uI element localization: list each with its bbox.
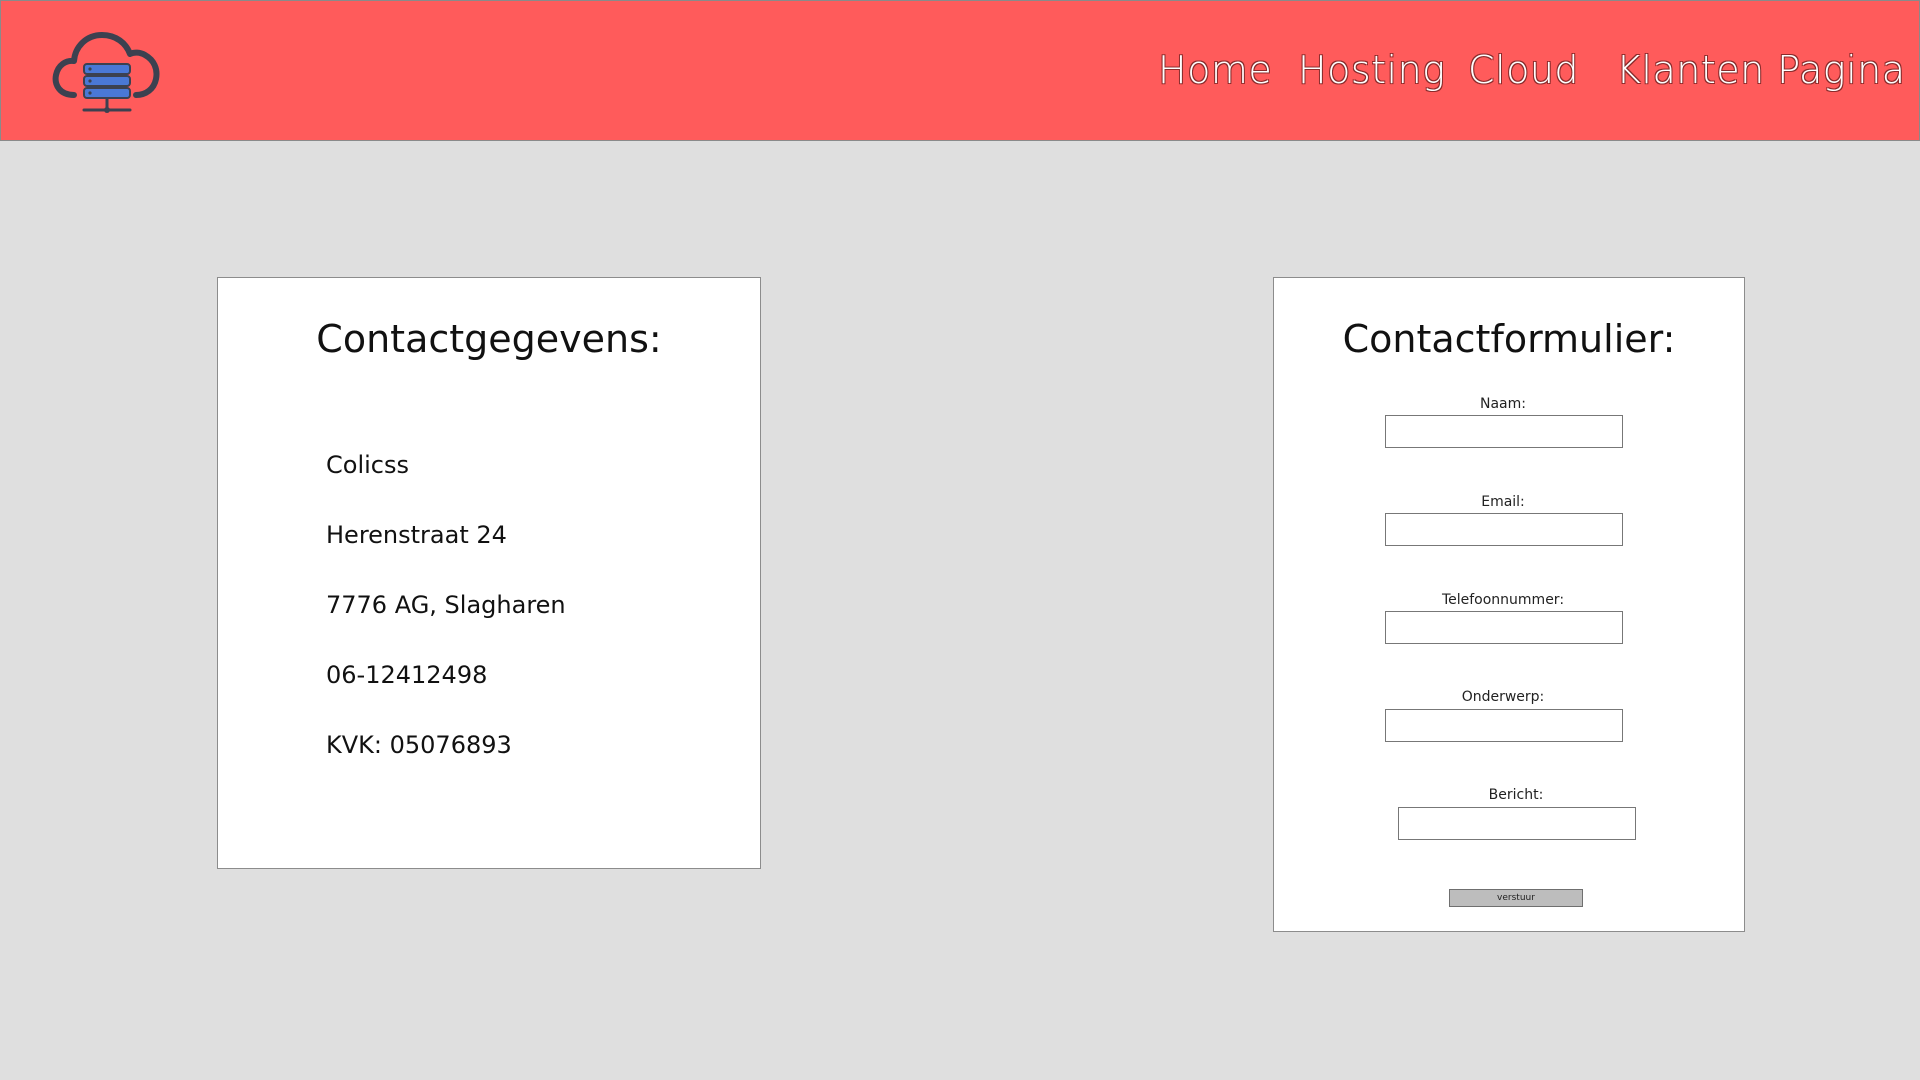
message-label: Bericht: [1488,787,1544,803]
phone-input[interactable] [1385,611,1623,644]
address-street: Herenstraat 24 [326,521,507,549]
phone-label: Telefoonnummer: [1441,592,1565,608]
contact-info-card: Contactgegevens: Colicss Herenstraat 24 … [217,277,761,869]
nav-home-link[interactable]: Home [1158,48,1272,92]
nav-klanten-pagina-link[interactable]: Klanten Pagina [1616,48,1906,92]
name-input[interactable] [1385,415,1623,448]
subject-label: Onderwerp: [1461,689,1545,705]
contact-form-title: Contactformulier: [1342,317,1676,361]
contact-info-title: Contactgegevens: [316,317,662,361]
cloud-server-icon[interactable] [52,27,162,117]
email-label: Email: [1481,494,1525,510]
phone-number: 06-12412498 [326,661,488,689]
kvk-number: KVK: 05076893 [326,731,512,759]
subject-input[interactable] [1385,709,1623,742]
message-input[interactable] [1398,807,1636,840]
name-label: Naam: [1480,396,1526,412]
company-name: Colicss [326,451,409,479]
address-city: 7776 AG, Slagharen [326,591,566,619]
nav-cloud-link[interactable]: Cloud [1468,48,1579,92]
site-header: Home Hosting Cloud Klanten Pagina [0,0,1920,141]
submit-button[interactable]: verstuur [1449,889,1583,907]
nav-hosting-link[interactable]: Hosting [1298,48,1445,92]
contact-form-card: Contactformulier: Naam: Email: Telefoonn… [1273,277,1745,932]
email-input[interactable] [1385,513,1623,546]
